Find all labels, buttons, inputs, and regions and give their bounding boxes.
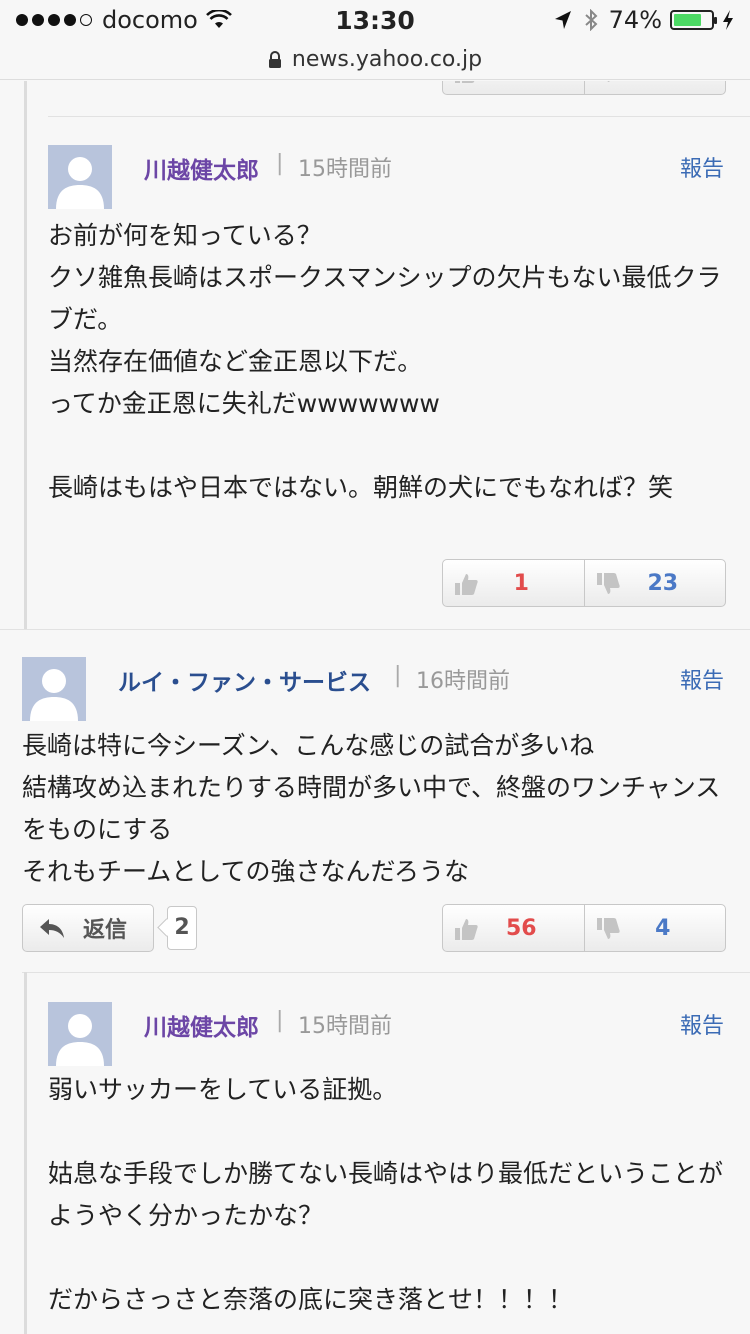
separator: | (276, 151, 284, 176)
comment-body: 長崎は特に今シーズン、こんな感じの試合が多いね 結構攻め込まれたりする時間が多い… (22, 731, 721, 886)
separator: | (394, 663, 402, 688)
thumbs-up-icon (455, 574, 478, 595)
default-avatar-icon (30, 669, 78, 721)
comment-time: 15時間前 (298, 1014, 392, 1039)
comment-author[interactable]: 川越健太郎 (144, 1008, 259, 1042)
vote-buttons: 1 43 (442, 81, 726, 95)
default-avatar-icon (56, 1014, 104, 1066)
status-bar: docomo 13:30 74% (0, 0, 750, 42)
like-button[interactable]: 1 (443, 81, 584, 94)
thumbs-down-icon (607, 81, 610, 82)
reply-button[interactable]: 返信 (22, 904, 154, 952)
reply-thread-line (24, 972, 27, 1334)
location-arrow-icon (554, 11, 571, 29)
url-text: news.yahoo.co.jp (291, 47, 483, 72)
avatar (48, 145, 112, 209)
report-link[interactable]: 報告 (680, 151, 724, 183)
reply-thread-line (24, 81, 27, 629)
avatar (22, 657, 86, 721)
comment-author[interactable]: ルイ・ファン・サービス (118, 663, 371, 697)
vote-buttons: 56 4 (442, 904, 726, 952)
comment-body: 弱いサッカーをしている証拠。 姑息な手段でしか勝てない長崎はやはり最低だというこ… (48, 1075, 724, 1314)
reply-count-badge[interactable]: 2 (167, 906, 197, 950)
thumbs-down-icon (596, 573, 620, 594)
divider (48, 116, 750, 117)
bluetooth-icon (584, 9, 598, 31)
comment-author[interactable]: 川越健太郎 (144, 151, 259, 185)
battery-icon (670, 10, 717, 30)
divider (0, 629, 750, 630)
comment-list: 1 43 川越健太郎 | 15時間前 報告 お前が何を知っている？ クソ雑魚長崎… (0, 81, 750, 1334)
charging-bolt-icon (723, 10, 733, 30)
status-right: 74% (553, 6, 734, 34)
comment-body: お前が何を知っている？ クソ雑魚長崎はスポークスマンシップの欠片もない最低クラブ… (48, 221, 722, 502)
comment-time: 15時間前 (298, 157, 392, 182)
report-link[interactable]: 報告 (680, 663, 724, 695)
reply-arrow-icon (40, 919, 64, 938)
battery-fill (674, 14, 701, 26)
dislike-button[interactable]: 23 (583, 560, 726, 606)
thumbs-up-icon (455, 81, 475, 83)
reply-label: 返信 (83, 918, 128, 943)
dislike-button[interactable]: 4 (583, 905, 726, 951)
divider (22, 972, 750, 973)
url-bar[interactable]: news.yahoo.co.jp (0, 40, 750, 80)
avatar (48, 1002, 112, 1066)
comment-time: 16時間前 (416, 669, 510, 694)
report-link[interactable]: 報告 (680, 1008, 724, 1040)
vote-buttons: 1 23 (442, 559, 726, 607)
separator: | (276, 1008, 284, 1033)
like-button[interactable]: 1 (443, 560, 584, 606)
thumbs-down-icon (596, 918, 620, 939)
lock-icon (268, 50, 281, 68)
thumbs-up-icon (455, 919, 478, 940)
battery-percent: 74% (608, 6, 662, 34)
default-avatar-icon (56, 157, 104, 209)
dislike-button[interactable]: 43 (583, 81, 726, 94)
like-button[interactable]: 56 (443, 905, 584, 951)
